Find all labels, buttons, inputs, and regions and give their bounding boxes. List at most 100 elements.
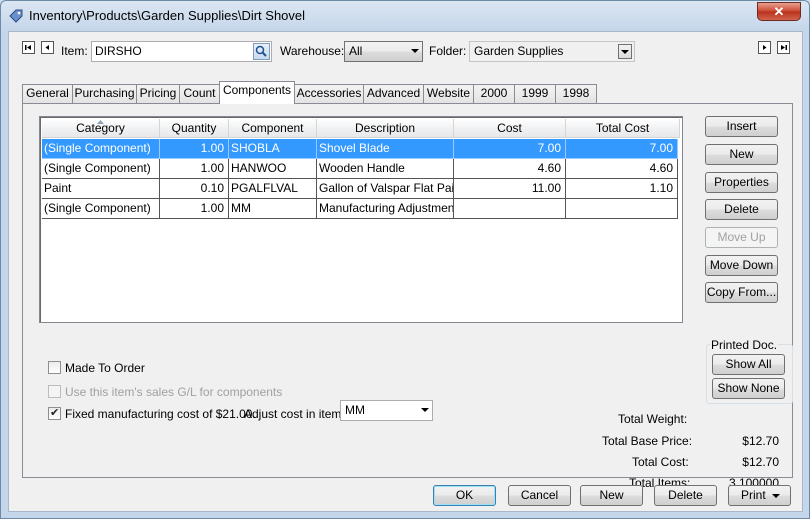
title-bar[interactable]: Inventory\Products\Garden Supplies\Dirt …: [1, 1, 809, 31]
total-cost-label: Total Cost:: [632, 455, 689, 469]
description-cell: Manufacturing Adjustment M: [317, 199, 454, 219]
previous-record-button[interactable]: [41, 41, 54, 54]
cost-cell: 4.60: [454, 159, 566, 179]
fixed-cost-checkbox[interactable]: [48, 406, 61, 420]
item-input[interactable]: DIRSHO: [91, 41, 272, 62]
chevron-down-icon: [621, 50, 629, 54]
item-value: DIRSHO: [95, 44, 142, 58]
item-lookup-button[interactable]: [253, 43, 270, 60]
quantity-cell: 1.00: [160, 159, 229, 179]
tab-count[interactable]: Count: [179, 84, 220, 103]
tab-purchasing[interactable]: Purchasing: [72, 84, 137, 103]
last-icon: [781, 45, 787, 50]
total-cost-cell: 1.10: [566, 179, 678, 199]
tab-website[interactable]: Website: [423, 84, 474, 103]
tab-general[interactable]: General: [22, 84, 73, 103]
search-icon: [255, 45, 267, 57]
cancel-button[interactable]: Cancel: [508, 485, 571, 506]
show-all-button[interactable]: Show All: [712, 354, 785, 375]
table-row[interactable]: (Single Component) 1.00 SHOBLA Shovel Bl…: [42, 139, 678, 159]
description-cell: Wooden Handle: [317, 159, 454, 179]
tab-1999[interactable]: 1999: [514, 84, 556, 103]
component-cell: HANWOO: [229, 159, 317, 179]
tab-advanced[interactable]: Advanced: [363, 84, 424, 103]
use-sales-gl-label: Use this item's sales G/L for components: [65, 385, 283, 399]
tab-components[interactable]: Components: [219, 81, 295, 104]
made-to-order-checkbox[interactable]: [48, 361, 61, 374]
last-record-button[interactable]: [777, 41, 790, 54]
printed-doc-label: Printed Doc.: [710, 338, 779, 352]
print-button-label: Print: [741, 488, 766, 502]
adjust-cost-select[interactable]: MM: [340, 400, 433, 421]
tab-pricing[interactable]: Pricing: [136, 84, 180, 103]
fixed-cost-label: Fixed manufacturing cost of $21.00.: [65, 407, 256, 421]
total-base-price-label: Total Base Price:: [602, 434, 693, 448]
cost-cell: [454, 199, 566, 219]
total-base-price-value: $12.70: [742, 434, 779, 448]
made-to-order-label: Made To Order: [65, 361, 145, 375]
new-button[interactable]: New: [580, 485, 643, 506]
warehouse-select[interactable]: All: [344, 41, 423, 62]
table-row[interactable]: (Single Component) 1.00 MM Manufacturing…: [42, 199, 678, 219]
tab-2000[interactable]: 2000: [473, 84, 515, 103]
copy-from-button[interactable]: Copy From...: [705, 282, 778, 303]
component-cell: PGALFLVAL: [229, 179, 317, 199]
move-down-button[interactable]: Move Down: [705, 255, 778, 276]
first-icon: [25, 45, 31, 50]
total-cost-cell: 4.60: [566, 159, 678, 179]
quantity-cell: 0.10: [160, 179, 229, 199]
description-cell: Gallon of Valspar Flat Paint: [317, 179, 454, 199]
folder-select[interactable]: Garden Supplies: [469, 41, 635, 62]
next-record-button[interactable]: [758, 41, 771, 54]
sort-ascending-icon: [97, 120, 104, 124]
folder-dropdown-button[interactable]: [618, 44, 632, 59]
category-cell: (Single Component): [42, 199, 160, 219]
folder-value: Garden Supplies: [474, 44, 564, 58]
use-sales-gl-checkbox[interactable]: [48, 385, 61, 398]
properties-button[interactable]: Properties: [705, 172, 778, 193]
delete-button[interactable]: Delete: [654, 485, 717, 506]
chevron-down-icon: [421, 408, 429, 412]
ok-button[interactable]: OK: [433, 485, 496, 506]
tab-accessories[interactable]: Accessories: [294, 84, 364, 103]
move-up-button[interactable]: Move Up: [705, 227, 778, 248]
previous-icon: [45, 45, 49, 50]
tab-1998[interactable]: 1998: [555, 84, 597, 103]
column-header-description[interactable]: Description: [317, 119, 454, 138]
new-component-button[interactable]: New: [705, 144, 778, 165]
cost-cell: 11.00: [454, 179, 566, 199]
close-button[interactable]: ✕: [757, 2, 801, 21]
component-cell: SHOBLA: [229, 139, 317, 159]
components-panel: Category Quantity Component Description …: [22, 103, 793, 490]
tag-icon: [9, 9, 23, 23]
column-header-quantity[interactable]: Quantity: [160, 119, 229, 138]
category-cell: Paint: [42, 179, 160, 199]
adjust-cost-label: Adjust cost in item:: [244, 407, 345, 421]
quantity-cell: 1.00: [160, 139, 229, 159]
delete-component-button[interactable]: Delete: [705, 199, 778, 220]
total-cost-value: $12.70: [742, 455, 779, 469]
quantity-cell: 1.00: [160, 199, 229, 219]
warehouse-value: All: [349, 44, 363, 58]
cost-cell: 7.00: [454, 139, 566, 159]
print-button[interactable]: Print: [728, 485, 791, 506]
category-cell: (Single Component): [42, 139, 160, 159]
window-title: Inventory\Products\Garden Supplies\Dirt …: [29, 8, 306, 23]
column-header-total-cost[interactable]: Total Cost: [566, 119, 680, 138]
category-cell: (Single Component): [42, 159, 160, 179]
column-header-cost[interactable]: Cost: [454, 119, 566, 138]
total-cost-cell: [566, 199, 678, 219]
show-none-button[interactable]: Show None: [712, 378, 785, 399]
adjust-cost-value: MM: [345, 403, 365, 417]
chevron-down-icon: [772, 494, 780, 498]
insert-button[interactable]: Insert: [705, 116, 778, 137]
components-grid[interactable]: Category Quantity Component Description …: [39, 116, 683, 323]
description-cell: Shovel Blade: [317, 139, 454, 159]
column-header-component[interactable]: Component: [229, 119, 317, 138]
dialog-body: Item: DIRSHO Warehouse: All Folder: Gard…: [8, 31, 803, 512]
table-row[interactable]: Paint 0.10 PGALFLVAL Gallon of Valspar F…: [42, 179, 678, 199]
total-cost-cell: 7.00: [566, 139, 678, 159]
item-label: Item:: [61, 44, 88, 58]
first-record-button[interactable]: [22, 41, 35, 54]
table-row[interactable]: (Single Component) 1.00 HANWOO Wooden Ha…: [42, 159, 678, 179]
